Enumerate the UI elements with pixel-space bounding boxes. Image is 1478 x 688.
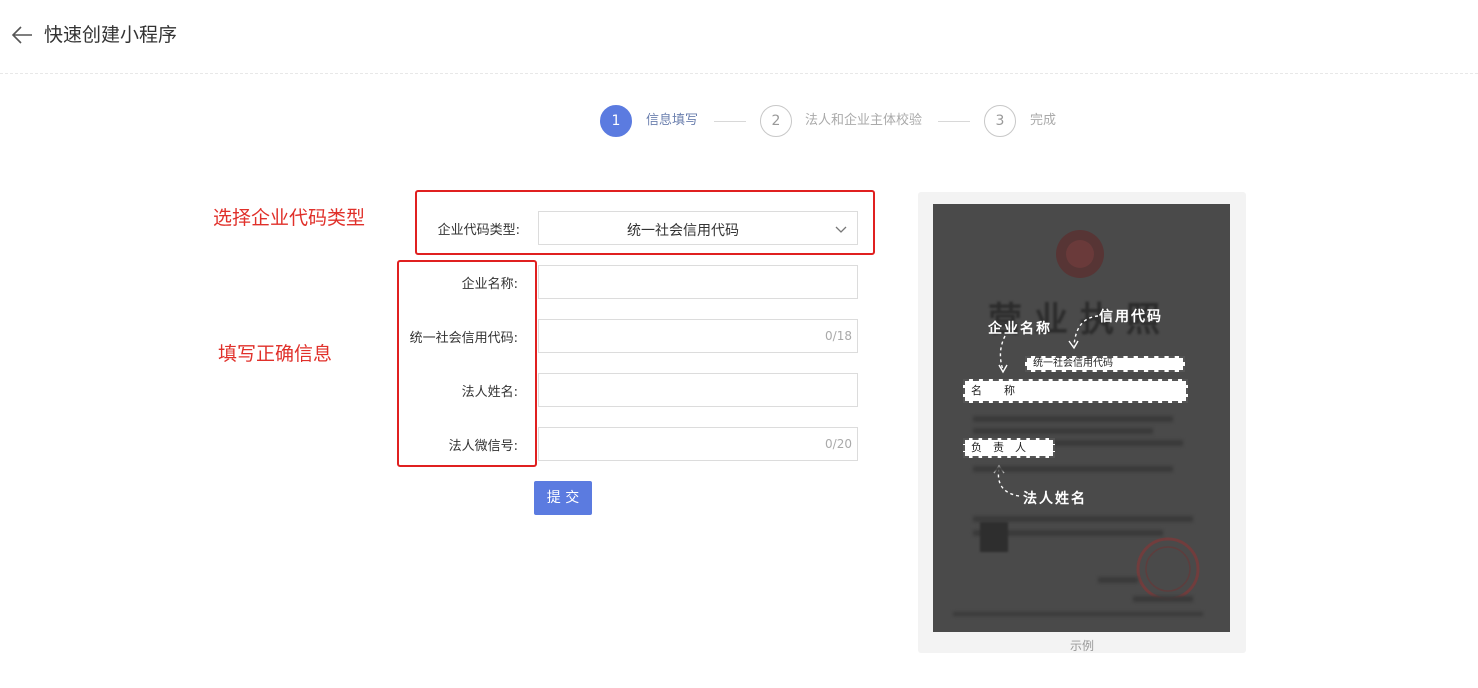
step-2-circle: 2: [760, 105, 792, 137]
legal-person-box: 负 责 人: [963, 438, 1055, 458]
sample-license-card: 营业执照 企业名称 信用代码 统一社会信用代码 名 称 负 责 人 法人姓名 示…: [918, 192, 1246, 653]
legal-wechat-label: 法人微信号:: [448, 439, 518, 454]
annotation-select-type: 选择企业代码类型: [213, 207, 366, 229]
page-header: 快速创建小程序: [0, 0, 1478, 74]
legal-wechat-counter: 0/20: [825, 437, 852, 451]
company-name-box: 名 称: [963, 379, 1188, 403]
step-connector: [938, 121, 970, 122]
credit-code-input[interactable]: 0/18: [538, 319, 858, 353]
step-1-label: 信息填写: [646, 113, 699, 128]
chevron-down-icon: [835, 226, 847, 233]
page-title: 快速创建小程序: [44, 24, 178, 46]
sample-caption: 示例: [1069, 639, 1094, 653]
dashed-arrow-icon: [1068, 315, 1099, 350]
qr-code-icon: [980, 522, 1008, 552]
code-type-select[interactable]: 统一社会信用代码: [538, 211, 858, 245]
step-1-circle: 1: [600, 105, 632, 137]
step-3-label: 完成: [1030, 113, 1057, 128]
credit-code-counter: 0/18: [825, 329, 852, 343]
annotation-fill-info: 填写正确信息: [218, 343, 333, 365]
step-2-label: 法人和企业主体校验: [805, 113, 923, 128]
company-name-label: 企业名称:: [461, 277, 518, 292]
submit-button[interactable]: 提 交: [534, 481, 592, 515]
step-3-circle: 3: [984, 105, 1016, 137]
legal-name-input[interactable]: [538, 373, 858, 407]
business-license-image: 营业执照 企业名称 信用代码 统一社会信用代码 名 称 负 责 人 法人姓名: [933, 204, 1230, 632]
legal-wechat-input[interactable]: 0/20: [538, 427, 858, 461]
code-type-label: 企业代码类型:: [437, 223, 520, 238]
step-connector: [714, 121, 746, 122]
company-name-input[interactable]: [538, 265, 858, 299]
legal-name-label: 法人姓名:: [461, 385, 518, 400]
handwritten-credit-code: 信用代码: [1099, 309, 1163, 325]
dashed-arrow-icon: [998, 335, 1008, 374]
national-emblem-icon: [1056, 230, 1104, 278]
credit-code-label: 统一社会信用代码:: [409, 331, 518, 346]
official-seal-icon: [1136, 537, 1200, 601]
code-type-value: 统一社会信用代码: [627, 223, 739, 239]
back-arrow-icon[interactable]: [10, 22, 36, 48]
handwritten-legal-name: 法人姓名: [1023, 491, 1087, 507]
credit-code-box: 统一社会信用代码: [1025, 356, 1185, 372]
